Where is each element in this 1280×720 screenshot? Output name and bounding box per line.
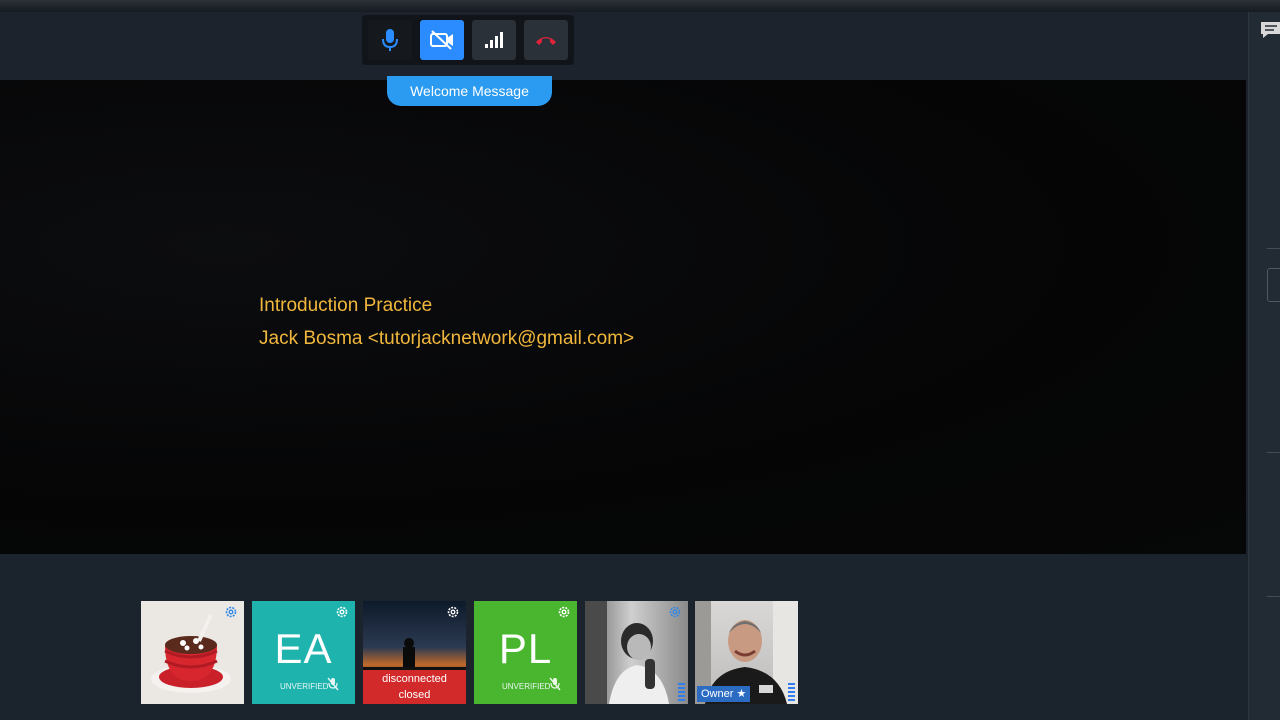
- stage-text: Introduction Practice Jack Bosma <tutorj…: [259, 289, 634, 355]
- status-line-disconnected: disconnected: [382, 673, 447, 685]
- panel-divider: [1267, 452, 1280, 453]
- settings-gear-icon[interactable]: [446, 605, 460, 619]
- audio-level-indicator: [788, 683, 795, 701]
- microphone-icon: [382, 29, 398, 51]
- participant-tile-owner[interactable]: Owner ★: [695, 601, 798, 704]
- participant-tile-pl[interactable]: PL UNVERIFIED: [474, 601, 577, 704]
- audio-level-indicator: [678, 683, 685, 701]
- presentation-title: Introduction Practice: [259, 295, 433, 316]
- owner-badge: Owner ★: [697, 686, 751, 702]
- video-off-icon: [430, 30, 453, 50]
- participant-initials: EA: [274, 625, 333, 672]
- microphone-button[interactable]: [368, 20, 412, 60]
- settings-gear-icon[interactable]: [335, 605, 349, 619]
- mic-muted-icon: [549, 677, 561, 691]
- settings-gear-icon[interactable]: [557, 605, 571, 619]
- settings-gear-icon[interactable]: [668, 605, 682, 619]
- panel-divider: [1267, 248, 1280, 249]
- hang-up-button[interactable]: [524, 20, 568, 60]
- phone-hangup-icon: [536, 37, 556, 45]
- unverified-badge: UNVERIFIED: [502, 682, 551, 691]
- chat-icon[interactable]: [1259, 20, 1280, 40]
- participant-tile-disconnected[interactable]: disconnected closed: [363, 601, 466, 704]
- mic-muted-icon: [327, 677, 339, 691]
- presenter-contact: Jack Bosma <tutorjacknetwork@gmail.com>: [259, 328, 635, 349]
- status-line-closed: closed: [398, 689, 431, 701]
- participant-tile-bw-photo[interactable]: [585, 601, 688, 704]
- camera-toggle-button[interactable]: [420, 20, 464, 60]
- panel-input[interactable]: [1267, 268, 1280, 302]
- participant-tile-ea[interactable]: EA UNVERIFIED: [252, 601, 355, 704]
- top-bar: [0, 12, 1248, 78]
- panel-divider: [1267, 596, 1280, 597]
- participant-tile-cake[interactable]: [141, 601, 244, 704]
- signal-bars-icon: [485, 32, 503, 48]
- welcome-message-button[interactable]: Welcome Message: [387, 76, 552, 106]
- right-side-panel: [1248, 12, 1280, 720]
- call-toolbar: [362, 15, 574, 65]
- connection-stats-button[interactable]: [472, 20, 516, 60]
- participant-initials: PL: [498, 625, 553, 672]
- unverified-badge: UNVERIFIED: [280, 682, 329, 691]
- settings-gear-icon[interactable]: [224, 605, 238, 619]
- connection-status: disconnected closed: [363, 670, 466, 704]
- main-stage: Introduction Practice Jack Bosma <tutorj…: [0, 80, 1246, 554]
